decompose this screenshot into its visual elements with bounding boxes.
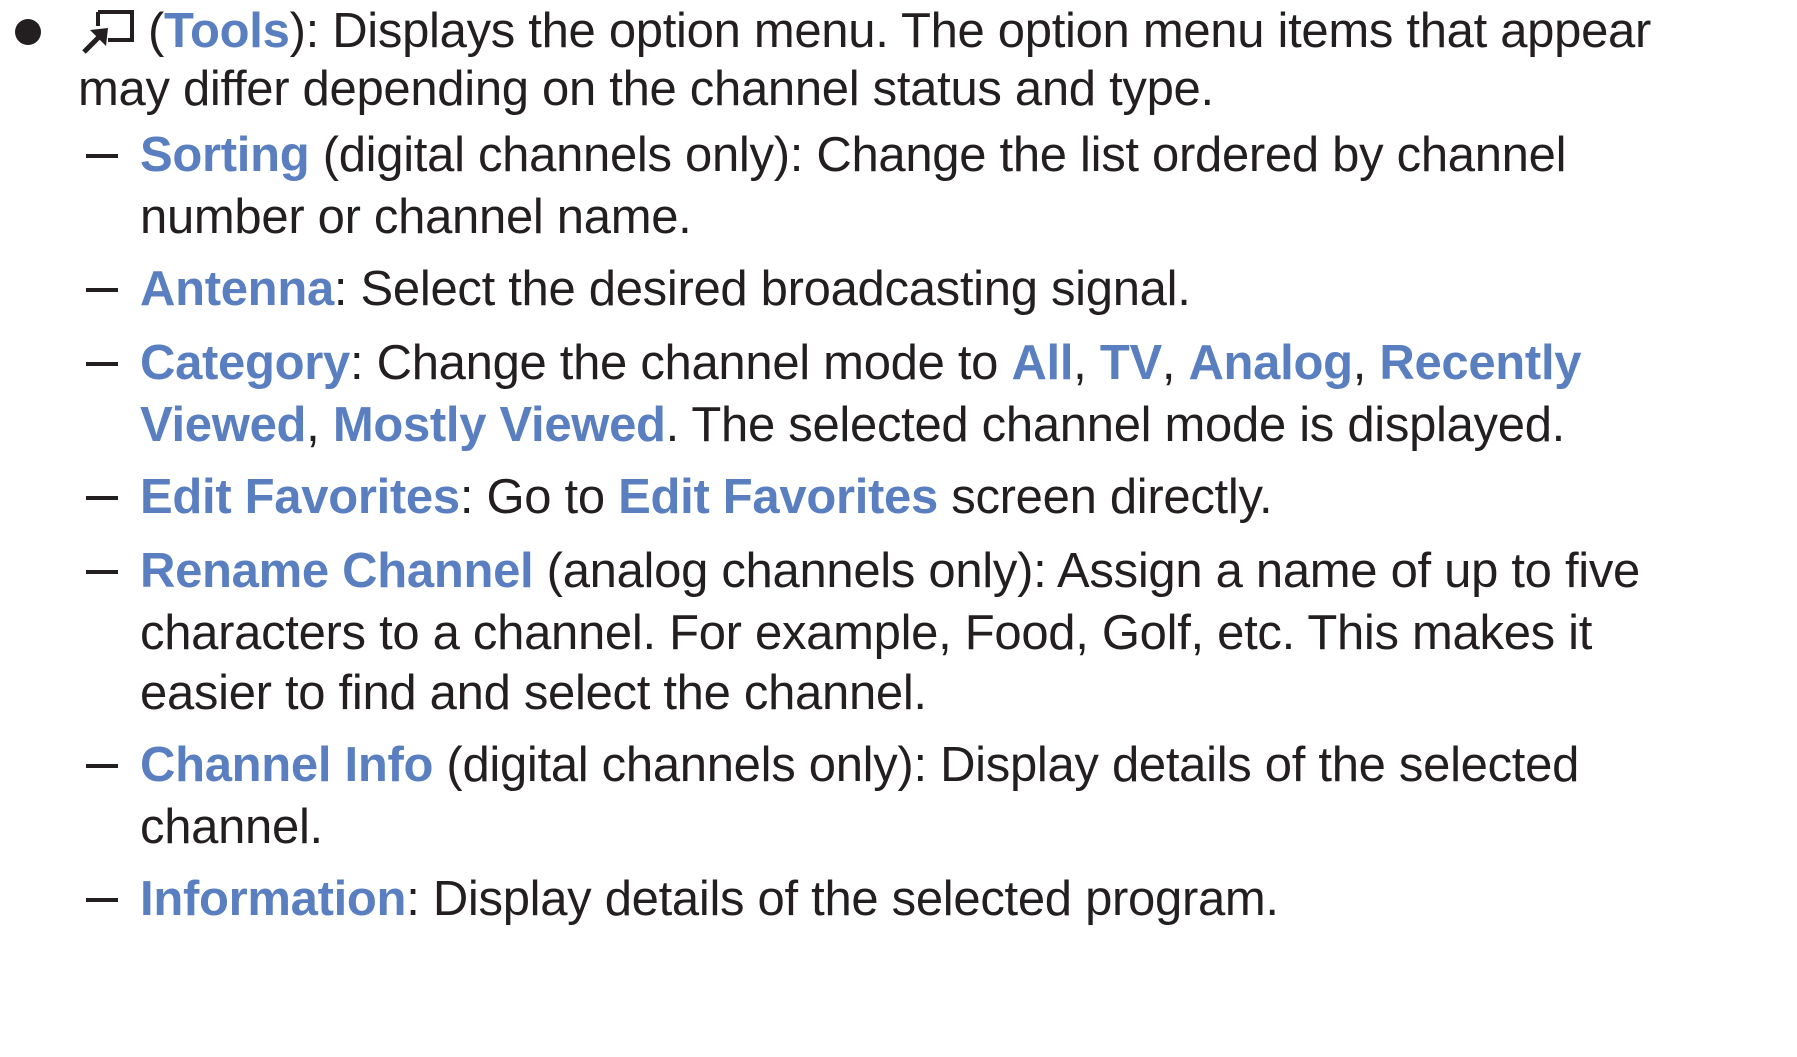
sorting-term: Sorting (140, 128, 310, 182)
category-term: Category (140, 336, 350, 390)
category-option-mostly-viewed: Mostly Viewed (332, 398, 666, 452)
tools-line-2: may differ depending on the channel stat… (78, 62, 1214, 116)
tools-desc-1: ): Displays the option menu. The option … (289, 4, 1652, 58)
antenna-term: Antenna (140, 262, 334, 316)
rename-channel-line-1: Rename Channel (analog channels only): A… (140, 536, 1640, 606)
antenna-line-1: Antenna: Select the desired broadcasting… (140, 254, 1191, 324)
category-option-tv: TV (1099, 336, 1162, 390)
rename-channel-desc-1: (analog channels only): Assign a name of… (533, 544, 1641, 598)
category-sep: , (1352, 336, 1380, 390)
edit-favorites-term: Edit Favorites (140, 470, 460, 524)
dash-sorting (86, 154, 118, 158)
edit-favorites-desc-b: screen directly. (937, 470, 1273, 524)
dash-channel-info (86, 764, 118, 768)
manual-page: (Tools): Displays the option menu. The o… (0, 0, 1797, 1057)
category-option-recently-viewed-part2: Viewed (140, 398, 307, 452)
edit-favorites-ref: Edit Favorites (618, 470, 938, 524)
dash-edit-favorites (86, 496, 118, 500)
channel-info-line-2: channel. (140, 800, 323, 854)
sorting-line-2: number or channel name. (140, 190, 692, 244)
channel-info-term: Channel Info (140, 738, 434, 792)
dash-rename-channel (86, 570, 118, 574)
tools-label: Tools (164, 4, 290, 58)
tools-open-paren: ( (148, 4, 165, 58)
category-option-analog: Analog (1188, 336, 1353, 390)
antenna-desc: : Select the desired broadcasting signal… (333, 262, 1191, 316)
rename-channel-term: Rename Channel (140, 544, 534, 598)
category-desc-a: : Change the channel mode to (350, 336, 1012, 390)
edit-favorites-line-1: Edit Favorites: Go to Edit Favorites scr… (140, 462, 1273, 532)
dash-antenna (86, 288, 118, 292)
category-line-1: Category: Change the channel mode to All… (140, 328, 1582, 398)
sorting-line-1: Sorting (digital channels only): Change … (140, 120, 1566, 190)
information-term: Information (140, 872, 407, 926)
category-sep: , (1161, 336, 1189, 390)
tools-icon (80, 5, 138, 55)
category-sep: , (1073, 336, 1100, 390)
edit-favorites-desc-a: : Go to (459, 470, 619, 524)
channel-info-desc-1: (digital channels only): Display details… (433, 738, 1580, 792)
channel-info-line-1: Channel Info (digital channels only): Di… (140, 730, 1579, 800)
sorting-desc-1: (digital channels only): Change the list… (309, 128, 1567, 182)
category-sep: , (306, 398, 333, 452)
bullet-dot (15, 19, 41, 45)
rename-channel-line-3: easier to find and select the channel. (140, 666, 927, 720)
category-desc-b: . The selected channel mode is displayed… (665, 398, 1566, 452)
category-line-2: Viewed, Mostly Viewed. The selected chan… (140, 390, 1565, 460)
information-line-1: Information: Display details of the sele… (140, 864, 1279, 934)
dash-category (86, 362, 118, 366)
category-option-all: All (1011, 336, 1074, 390)
information-desc: : Display details of the selected progra… (406, 872, 1279, 926)
dash-information (86, 898, 118, 902)
category-option-recently-viewed-part1: Recently (1379, 336, 1582, 390)
